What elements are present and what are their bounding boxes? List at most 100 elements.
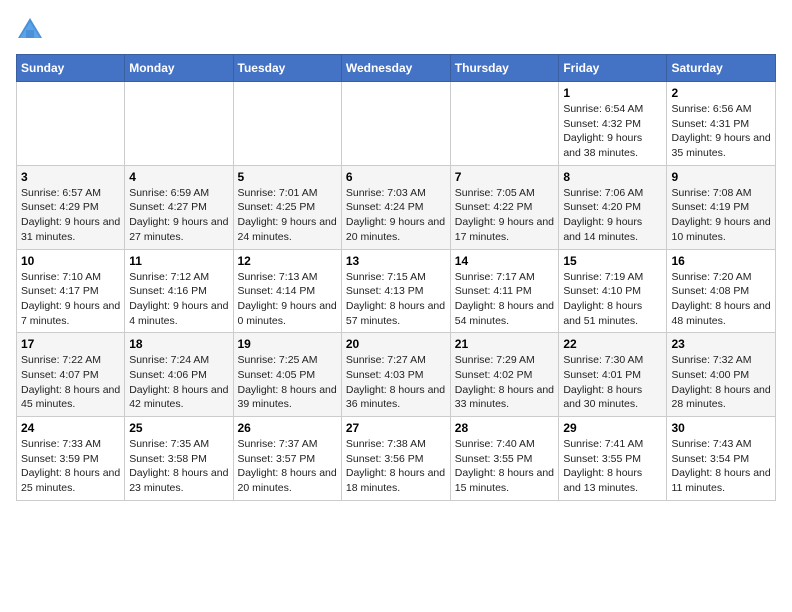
day-info: Sunrise: 6:56 AM Sunset: 4:31 PM Dayligh… [671,102,771,161]
calendar-cell: 20 Sunrise: 7:27 AM Sunset: 4:03 PM Dayli… [341,333,450,417]
day-info: Sunrise: 6:57 AM Sunset: 4:29 PM Dayligh… [21,186,120,245]
day-number: 12 [238,254,337,268]
weekday-header-row: SundayMondayTuesdayWednesdayThursdayFrid… [17,55,776,82]
day-number: 25 [129,421,228,435]
weekday-header-wednesday: Wednesday [341,55,450,82]
calendar-cell: 19Sunrise: 7:25 AM Sunset: 4:05 PM Dayli… [233,333,341,417]
day-number: 16 [671,254,771,268]
logo [16,16,48,44]
calendar-cell: 1 Sunrise: 6:54 AM Sunset: 4:32 PM Daylig… [559,82,667,166]
calendar-cell: 5 Sunrise: 7:01 AM Sunset: 4:25 PM Daylig… [233,165,341,249]
calendar-cell: 25 Sunrise: 7:35 AM Sunset: 3:58 PM Dayli… [125,417,233,501]
calendar-cell: 14 Sunrise: 7:17 AM Sunset: 4:11 PM Dayli… [450,249,559,333]
day-info: Sunrise: 7:03 AM Sunset: 4:24 PM Dayligh… [346,186,446,245]
day-number: 5 [238,170,337,184]
calendar-cell: 15 Sunrise: 7:19 AM Sunset: 4:10 PM Dayli… [559,249,667,333]
day-number: 17 [21,337,120,351]
day-number: 2 [671,86,771,100]
day-info: Sunrise: 7:20 AM Sunset: 4:08 PM Dayligh… [671,270,771,329]
calendar-cell [341,82,450,166]
day-number: 29 [563,421,662,435]
day-info: Sunrise: 7:06 AM Sunset: 4:20 PM Dayligh… [563,186,662,245]
calendar-cell: 16 Sunrise: 7:20 AM Sunset: 4:08 PM Dayli… [667,249,776,333]
day-number: 20 [346,337,446,351]
day-info: Sunrise: 7:27 AM Sunset: 4:03 PM Dayligh… [346,353,446,412]
day-info: Sunrise: 7:01 AM Sunset: 4:25 PM Dayligh… [238,186,337,245]
day-number: 15 [563,254,662,268]
calendar-cell: 3 Sunrise: 6:57 AM Sunset: 4:29 PM Daylig… [17,165,125,249]
day-number: 28 [455,421,555,435]
day-number: 3 [21,170,120,184]
day-number: 24 [21,421,120,435]
day-info: Sunrise: 7:22 AM Sunset: 4:07 PM Dayligh… [21,353,120,412]
calendar-cell: 8Sunrise: 7:06 AM Sunset: 4:20 PM Daylig… [559,165,667,249]
calendar-cell: 2 Sunrise: 6:56 AM Sunset: 4:31 PM Daylig… [667,82,776,166]
day-number: 30 [671,421,771,435]
day-info: Sunrise: 7:15 AM Sunset: 4:13 PM Dayligh… [346,270,446,329]
calendar-cell [17,82,125,166]
day-info: Sunrise: 7:19 AM Sunset: 4:10 PM Dayligh… [563,270,662,329]
day-info: Sunrise: 7:13 AM Sunset: 4:14 PM Dayligh… [238,270,337,329]
weekday-header-tuesday: Tuesday [233,55,341,82]
day-number: 11 [129,254,228,268]
calendar-cell: 30 Sunrise: 7:43 AM Sunset: 3:54 PM Dayli… [667,417,776,501]
calendar-cell: 7 Sunrise: 7:05 AM Sunset: 4:22 PM Daylig… [450,165,559,249]
weekday-header-friday: Friday [559,55,667,82]
calendar-cell [450,82,559,166]
day-number: 9 [671,170,771,184]
day-info: Sunrise: 7:10 AM Sunset: 4:17 PM Dayligh… [21,270,120,329]
calendar-cell: 28 Sunrise: 7:40 AM Sunset: 3:55 PM Dayli… [450,417,559,501]
weekday-header-thursday: Thursday [450,55,559,82]
day-info: Sunrise: 7:08 AM Sunset: 4:19 PM Dayligh… [671,186,771,245]
calendar-cell: 10 Sunrise: 7:10 AM Sunset: 4:17 PM Dayli… [17,249,125,333]
week-row-3: 10 Sunrise: 7:10 AM Sunset: 4:17 PM Dayli… [17,249,776,333]
day-number: 14 [455,254,555,268]
day-info: Sunrise: 7:29 AM Sunset: 4:02 PM Dayligh… [455,353,555,412]
day-number: 26 [238,421,337,435]
week-row-5: 24 Sunrise: 7:33 AM Sunset: 3:59 PM Dayli… [17,417,776,501]
week-row-4: 17 Sunrise: 7:22 AM Sunset: 4:07 PM Dayli… [17,333,776,417]
calendar-cell: 26Sunrise: 7:37 AM Sunset: 3:57 PM Dayli… [233,417,341,501]
day-number: 7 [455,170,555,184]
day-info: Sunrise: 7:05 AM Sunset: 4:22 PM Dayligh… [455,186,555,245]
day-info: Sunrise: 7:38 AM Sunset: 3:56 PM Dayligh… [346,437,446,496]
weekday-header-saturday: Saturday [667,55,776,82]
calendar-cell [233,82,341,166]
day-number: 22 [563,337,662,351]
day-number: 27 [346,421,446,435]
calendar-cell: 22 Sunrise: 7:30 AM Sunset: 4:01 PM Dayli… [559,333,667,417]
day-info: Sunrise: 7:43 AM Sunset: 3:54 PM Dayligh… [671,437,771,496]
day-number: 10 [21,254,120,268]
day-info: Sunrise: 7:12 AM Sunset: 4:16 PM Dayligh… [129,270,228,329]
day-info: Sunrise: 7:17 AM Sunset: 4:11 PM Dayligh… [455,270,555,329]
calendar-cell: 11 Sunrise: 7:12 AM Sunset: 4:16 PM Dayli… [125,249,233,333]
calendar-cell: 13 Sunrise: 7:15 AM Sunset: 4:13 PM Dayli… [341,249,450,333]
day-info: Sunrise: 6:54 AM Sunset: 4:32 PM Dayligh… [563,102,662,161]
day-number: 1 [563,86,662,100]
day-info: Sunrise: 7:40 AM Sunset: 3:55 PM Dayligh… [455,437,555,496]
calendar-cell: 4Sunrise: 6:59 AM Sunset: 4:27 PM Daylig… [125,165,233,249]
weekday-header-monday: Monday [125,55,233,82]
calendar-cell: 12 Sunrise: 7:13 AM Sunset: 4:14 PM Dayli… [233,249,341,333]
day-number: 13 [346,254,446,268]
day-info: Sunrise: 7:33 AM Sunset: 3:59 PM Dayligh… [21,437,120,496]
day-number: 6 [346,170,446,184]
calendar-cell: 27 Sunrise: 7:38 AM Sunset: 3:56 PM Dayli… [341,417,450,501]
day-info: Sunrise: 7:30 AM Sunset: 4:01 PM Dayligh… [563,353,662,412]
day-number: 18 [129,337,228,351]
week-row-2: 3 Sunrise: 6:57 AM Sunset: 4:29 PM Daylig… [17,165,776,249]
day-info: Sunrise: 7:25 AM Sunset: 4:05 PM Dayligh… [238,353,337,412]
day-number: 21 [455,337,555,351]
header-section [16,16,776,44]
day-info: Sunrise: 7:41 AM Sunset: 3:55 PM Dayligh… [563,437,662,496]
day-number: 23 [671,337,771,351]
day-info: Sunrise: 7:24 AM Sunset: 4:06 PM Dayligh… [129,353,228,412]
calendar-table: SundayMondayTuesdayWednesdayThursdayFrid… [16,54,776,501]
day-info: Sunrise: 7:32 AM Sunset: 4:00 PM Dayligh… [671,353,771,412]
calendar-cell: 21 Sunrise: 7:29 AM Sunset: 4:02 PM Dayli… [450,333,559,417]
calendar-cell: 24 Sunrise: 7:33 AM Sunset: 3:59 PM Dayli… [17,417,125,501]
calendar-cell: 29 Sunrise: 7:41 AM Sunset: 3:55 PM Dayli… [559,417,667,501]
calendar-cell [125,82,233,166]
day-info: Sunrise: 7:35 AM Sunset: 3:58 PM Dayligh… [129,437,228,496]
calendar-cell: 17 Sunrise: 7:22 AM Sunset: 4:07 PM Dayli… [17,333,125,417]
